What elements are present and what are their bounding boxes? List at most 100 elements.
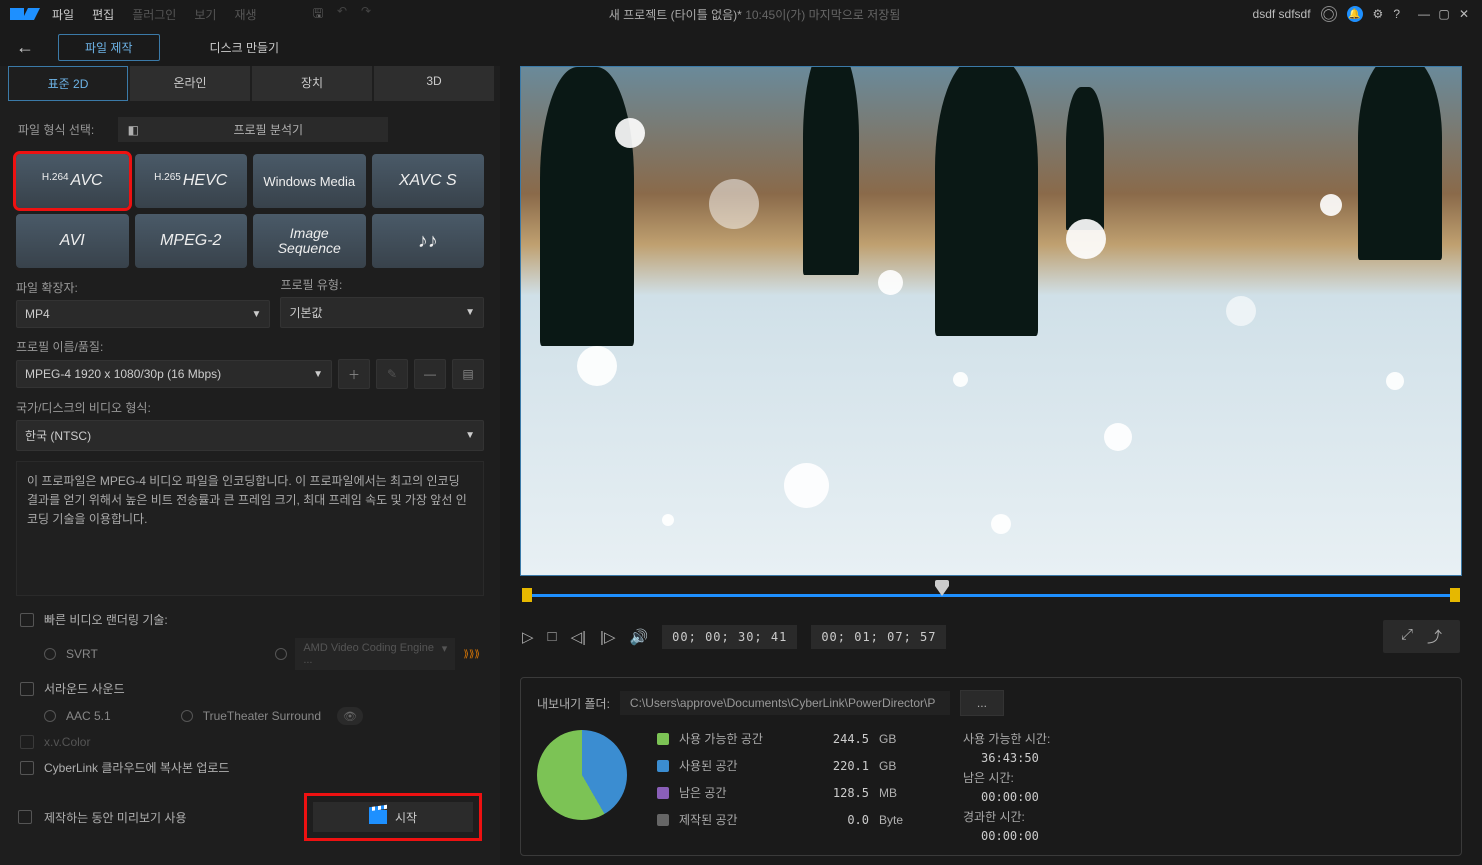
profile-add-button[interactable]: ＋ <box>338 359 370 389</box>
titlebar: 파일 편집 플러그인 보기 재생 🖫 ↶ ↷ 새 프로젝트 (타이틀 없음)* … <box>0 0 1482 28</box>
legend-row: 남은 공간128.5MB <box>657 784 903 801</box>
export-folder-path: C:\Users\approve\Documents\CyberLink\Pow… <box>620 691 950 715</box>
video-preview[interactable] <box>520 66 1462 576</box>
profile-detail-button[interactable]: ▤ <box>452 359 484 389</box>
tab-device[interactable]: 장치 <box>252 66 372 101</box>
label-preview-while: 제작하는 동안 미리보기 사용 <box>44 809 186 826</box>
format-audio[interactable]: ♪♪ <box>372 214 485 268</box>
settings-gear-icon[interactable]: ⚙ <box>1373 7 1384 21</box>
label-aac51: AAC 5.1 <box>66 709 111 723</box>
format-avi[interactable]: AVI <box>16 214 129 268</box>
undo-icon[interactable]: ↶ <box>334 4 350 25</box>
toolbar-separator-icons: 🖫 ↶ ↷ <box>310 4 374 25</box>
timeline-playhead[interactable] <box>935 586 949 596</box>
timeline-track[interactable] <box>532 594 1450 597</box>
clapboard-icon <box>369 810 387 824</box>
profile-type-label: 프로필 유형: <box>280 276 484 293</box>
start-button[interactable]: 시작 <box>313 802 473 832</box>
menu-file[interactable]: 파일 <box>52 6 74 23</box>
format-image-sequence[interactable]: ImageSequence <box>253 214 366 268</box>
menu-play[interactable]: 재생 <box>234 6 256 23</box>
checkbox-surround[interactable] <box>20 682 34 696</box>
radio-hw-engine <box>275 648 287 660</box>
left-panel: 표준 2D 온라인 장치 3D 파일 형식 선택: ◧ 프로필 분석기 H.26… <box>0 66 500 865</box>
checkbox-preview-while[interactable] <box>18 810 32 824</box>
tab-standard2d[interactable]: 표준 2D <box>8 66 128 101</box>
chevron-down-icon: ▼ <box>313 369 323 380</box>
checkbox-fast-render[interactable] <box>20 613 34 627</box>
country-format-label: 국가/디스크의 비디오 형식: <box>16 399 484 416</box>
format-windows-media[interactable]: Windows Media <box>253 154 366 208</box>
right-panel: ▷ □ ◁| |▷ 🔊 00; 00; 30; 41 00; 01; 07; 5… <box>500 66 1482 865</box>
menu-plugin[interactable]: 플러그인 <box>132 6 176 23</box>
snapshot-icon[interactable]: ⤢ <box>1401 626 1413 647</box>
menu-bar: 파일 편집 플러그인 보기 재생 <box>52 6 257 23</box>
file-ext-select[interactable]: MP4▼ <box>16 300 270 328</box>
export-frame-icon[interactable]: ⤴ <box>1427 626 1442 647</box>
menu-view[interactable]: 보기 <box>194 6 216 23</box>
timecode-current: 00; 00; 30; 41 <box>662 625 797 649</box>
redo-icon[interactable]: ↷ <box>358 4 374 25</box>
title-right: dsdf sdfsdf ◯ 🔔 ⚙ ? — ▢ ✕ <box>1253 6 1472 22</box>
next-frame-icon[interactable]: |▷ <box>600 628 615 646</box>
timeline-end-marker[interactable] <box>1450 588 1460 602</box>
export-section: 내보내기 폴더: C:\Users\approve\Documents\Cybe… <box>520 677 1462 856</box>
profile-delete-button[interactable]: — <box>414 359 446 389</box>
close-icon[interactable]: ✕ <box>1456 7 1472 21</box>
format-h264-avc[interactable]: H.264AVC <box>16 154 129 208</box>
save-icon[interactable]: 🖫 <box>310 4 326 25</box>
tab-3d[interactable]: 3D <box>374 66 494 101</box>
radio-tt-surround <box>181 710 193 722</box>
tab-disc-create[interactable]: 디스크 만들기 <box>184 35 306 60</box>
prev-frame-icon[interactable]: ◁| <box>571 628 586 646</box>
export-folder-label: 내보내기 폴더: <box>537 695 610 712</box>
label-xvcolor: x.v.Color <box>44 735 90 749</box>
legend-row: 제작된 공간0.0Byte <box>657 811 903 828</box>
profile-type-select[interactable]: 기본값▼ <box>280 297 484 328</box>
timeline[interactable] <box>522 588 1460 602</box>
tab-online[interactable]: 온라인 <box>130 66 250 101</box>
output-tabs: 표준 2D 온라인 장치 3D <box>8 66 492 101</box>
profile-analyzer-button[interactable]: ◧ 프로필 분석기 <box>118 117 388 142</box>
label-svrt: SVRT <box>66 647 98 661</box>
back-arrow-icon[interactable]: ← <box>16 37 34 58</box>
stop-icon[interactable]: □ <box>548 628 557 645</box>
truevelocity-badge: ⟫⟫⟫ <box>463 649 480 660</box>
app-logo-icon <box>10 6 40 22</box>
profile-name-label: 프로필 이름/품질: <box>16 338 484 355</box>
chevron-down-icon: ▼ <box>252 309 262 320</box>
maximize-icon[interactable]: ▢ <box>1436 7 1452 21</box>
legend-row: 사용된 공간220.1GB <box>657 757 903 774</box>
hw-engine-select: AMD Video Coding Engine ...▾ <box>295 638 455 670</box>
file-format-label: 파일 형식 선택: <box>18 121 94 138</box>
user-avatar-icon[interactable]: ◯ <box>1321 6 1337 22</box>
playback-controls: ▷ □ ◁| |▷ 🔊 00; 00; 30; 41 00; 01; 07; 5… <box>522 620 1460 653</box>
help-icon[interactable]: ? <box>1393 7 1400 21</box>
tab-file-produce[interactable]: 파일 제작 <box>58 34 160 61</box>
timeline-start-marker[interactable] <box>522 588 532 602</box>
checkbox-cloud-upload[interactable] <box>20 761 34 775</box>
browse-folder-button[interactable]: ... <box>960 690 1004 716</box>
file-ext-label: 파일 확장자: <box>16 279 270 296</box>
user-name[interactable]: dsdf sdfsdf <box>1253 7 1311 21</box>
radio-svrt <box>44 648 56 660</box>
options-list: 빠른 비디오 랜더링 기술: SVRT AMD Video Coding Eng… <box>8 606 492 781</box>
format-grid: H.264AVC H.265HEVC Windows Media XAVC S … <box>8 146 492 276</box>
profile-name-select[interactable]: MPEG-4 1920 x 1080/30p (16 Mbps)▼ <box>16 360 332 388</box>
menu-edit[interactable]: 편집 <box>92 6 114 23</box>
minimize-icon[interactable]: — <box>1416 7 1432 21</box>
window-title: 새 프로젝트 (타이틀 없음)* 10:45이(가) 마지막으로 저장됨 <box>257 6 1253 23</box>
label-tt-surround: TrueTheater Surround <box>203 709 321 723</box>
time-stats: 사용 가능한 시간: 36:43:50 남은 시간: 00:00:00 경과한 … <box>963 730 1050 843</box>
notification-bell-icon[interactable]: 🔔 <box>1347 6 1363 22</box>
radio-aac51 <box>44 710 56 722</box>
label-cloud-upload: CyberLink 클라우드에 복사본 업로드 <box>44 759 229 776</box>
format-h265-hevc[interactable]: H.265HEVC <box>135 154 248 208</box>
volume-icon[interactable]: 🔊 <box>629 628 648 646</box>
play-icon[interactable]: ▷ <box>522 628 534 646</box>
checkbox-xvcolor <box>20 735 34 749</box>
country-format-select[interactable]: 한국 (NTSC)▼ <box>16 420 484 451</box>
format-mpeg2[interactable]: MPEG-2 <box>135 214 248 268</box>
profile-edit-button[interactable]: ✎ <box>376 359 408 389</box>
format-xavcs[interactable]: XAVC S <box>372 154 485 208</box>
